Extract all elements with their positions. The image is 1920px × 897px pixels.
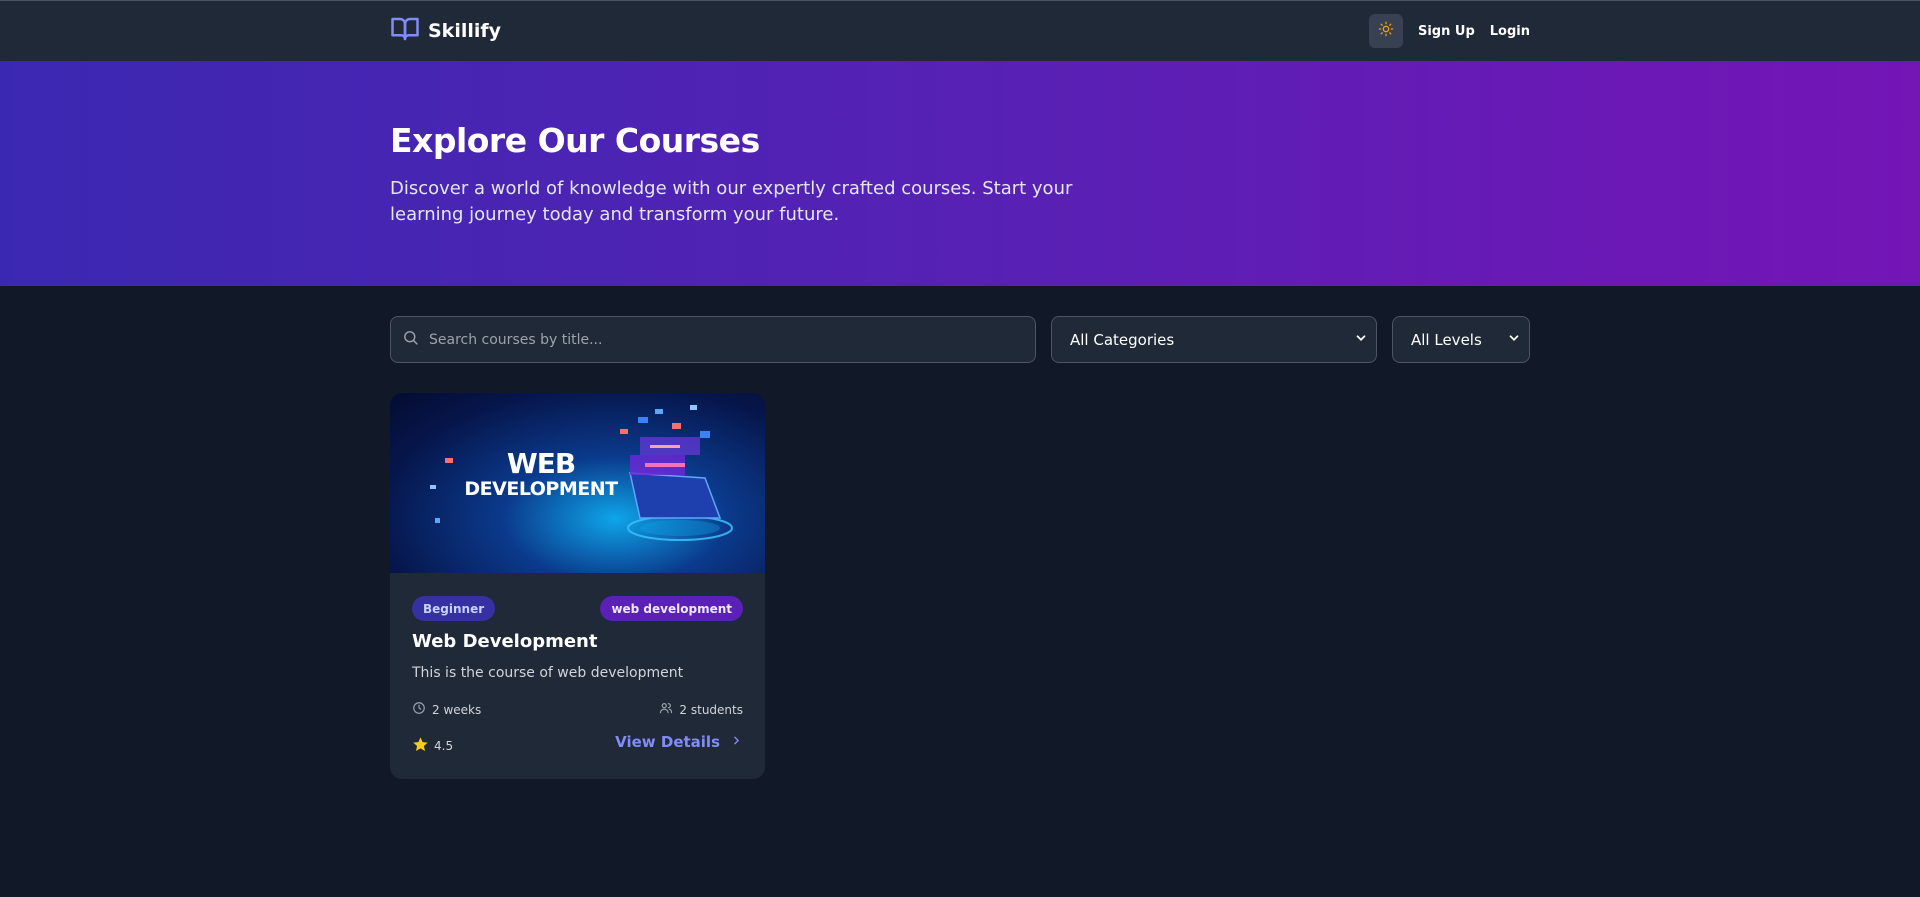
view-details-link[interactable]: View Details	[615, 733, 743, 751]
category-select-value: All Categories	[1070, 330, 1175, 349]
course-rating: 4.5	[412, 736, 453, 756]
course-students-text: 2 students	[679, 702, 743, 717]
users-icon	[659, 701, 673, 718]
course-students: 2 students	[659, 701, 743, 718]
navbar: Skillify Sign Up Login	[0, 0, 1920, 61]
page-title: Explore Our Courses	[390, 121, 760, 160]
signup-link[interactable]: Sign Up	[1418, 24, 1475, 39]
navbar-inner: Skillify Sign Up Login	[390, 1, 1530, 61]
chevron-down-icon	[1507, 331, 1521, 349]
brand-link[interactable]: Skillify	[390, 14, 501, 48]
book-icon	[390, 14, 420, 48]
brand-name: Skillify	[428, 20, 502, 42]
nav-actions: Sign Up Login	[1368, 14, 1530, 48]
course-duration-text: 2 weeks	[432, 702, 482, 717]
search-icon	[402, 329, 419, 350]
course-rating-value: 4.5	[434, 739, 454, 753]
view-details-label: View Details	[615, 733, 720, 751]
chevron-right-icon	[730, 733, 743, 751]
chevron-down-icon	[1354, 331, 1368, 349]
hero-banner: Explore Our Courses Discover a world of …	[0, 61, 1920, 286]
course-duration: 2 weeks	[412, 701, 481, 718]
theme-toggle-button[interactable]	[1368, 14, 1403, 48]
star-icon	[412, 736, 429, 756]
category-badge: web development	[600, 596, 743, 621]
level-badge: Beginner	[412, 596, 496, 621]
level-select[interactable]: All Levels	[1392, 316, 1530, 363]
category-select[interactable]: All Categories	[1051, 316, 1377, 363]
course-image: WEB DEVELOPMENT	[390, 393, 765, 573]
course-image-caption: WEB DEVELOPMENT	[456, 450, 626, 499]
course-title: Web Development	[412, 631, 598, 652]
course-image-line1: WEB	[506, 447, 576, 480]
hero-subtitle: Discover a world of knowledge with our e…	[390, 178, 1073, 225]
search-box[interactable]	[390, 316, 1036, 363]
filter-bar: All Categories All Levels	[390, 316, 1530, 363]
course-description: This is the course of web development	[412, 665, 684, 681]
level-select-value: All Levels	[1411, 330, 1482, 349]
login-link[interactable]: Login	[1490, 24, 1530, 39]
clock-icon	[412, 701, 426, 718]
sun-icon	[1378, 21, 1394, 41]
search-input[interactable]	[429, 331, 1009, 348]
course-image-line2: DEVELOPMENT	[464, 478, 618, 500]
course-card[interactable]: WEB DEVELOPMENT Beginner web development…	[390, 393, 765, 779]
